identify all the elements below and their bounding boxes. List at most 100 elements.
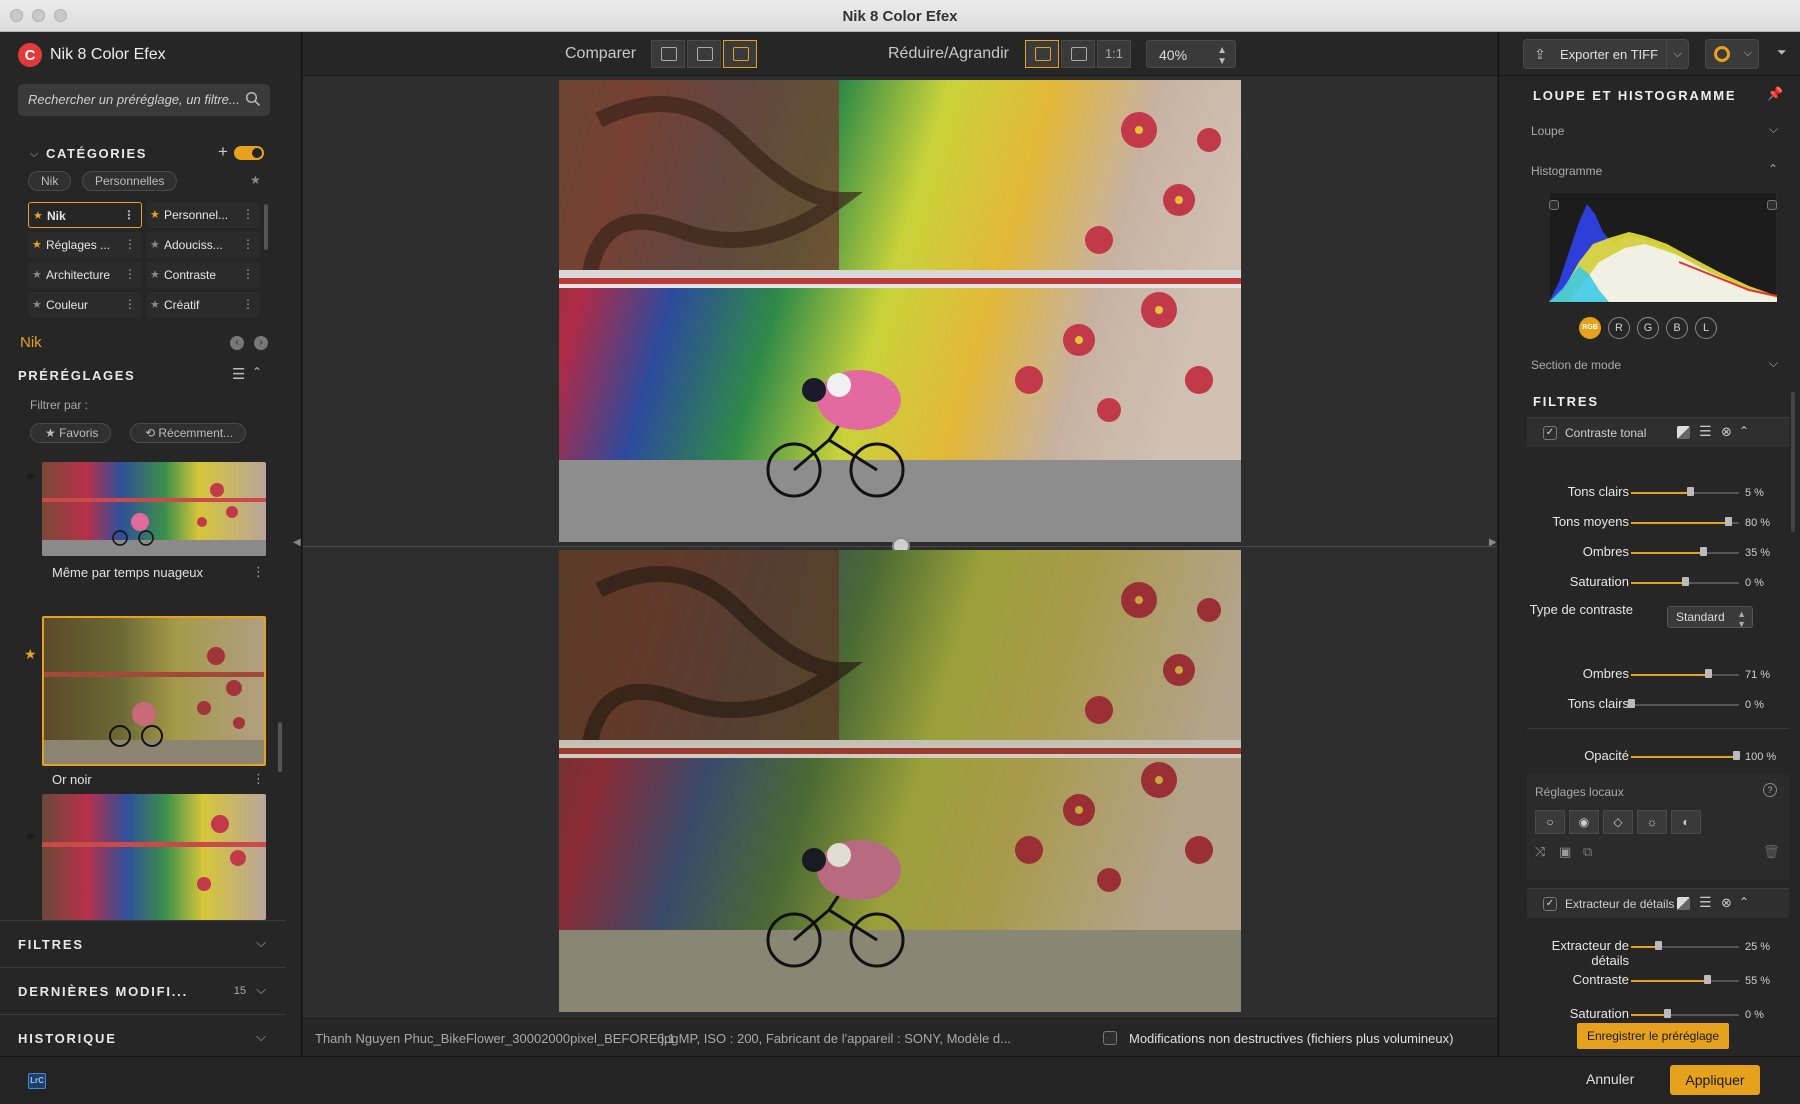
category-architecture[interactable]: ★ Architecture ⋮ [28,262,142,288]
fit-to-screen-button[interactable] [1025,40,1059,68]
list-view-icon[interactable]: ☰ [232,365,245,383]
favorite-star-icon[interactable]: ★ [250,173,261,187]
slider-track[interactable] [1631,487,1739,496]
categories-collapse-icon[interactable]: ⌵ [30,148,38,161]
more-icon[interactable]: ⋮ [124,297,136,311]
slider-knob[interactable] [1655,941,1662,950]
compare-split-vertical-button[interactable] [687,40,721,68]
duplicate-icon[interactable]: ⧉ [1583,844,1592,860]
add-category-icon[interactable]: + [218,142,228,162]
slider-knob[interactable] [1700,547,1708,556]
panel-menu-icon[interactable]: ⏷ [1777,45,1787,60]
channel-l-button[interactable]: L [1695,317,1717,339]
recent-changes-section[interactable]: DERNIÈRES MODIFI... 15 ⌵ [0,967,286,1013]
preset-thumbnail-1[interactable] [42,462,266,556]
slider-track[interactable] [1631,577,1739,586]
chevron-up-icon[interactable]: ⌃ [1739,424,1749,438]
color-range-button[interactable]: ◐ [1671,810,1701,834]
category-couleur[interactable]: ★ Couleur ⋮ [28,292,142,318]
save-preset-button[interactable]: Enregistrer le préréglage [1577,1023,1729,1049]
channel-g-button[interactable]: G [1637,317,1659,339]
filter-recent-pill[interactable]: ⟲ Récemment... [130,423,247,443]
more-icon[interactable]: ⋮ [242,207,254,221]
mask-view-icon[interactable]: ▣ [1559,844,1571,860]
slider-knob[interactable] [1682,577,1689,586]
more-icon[interactable]: ⋮ [123,208,135,222]
apply-button[interactable]: Appliquer [1670,1065,1760,1095]
search-input[interactable]: Rechercher un préréglage, un filtre... [18,84,270,116]
history-section[interactable]: HISTORIQUE ⌵ [0,1014,286,1060]
luminance-button[interactable]: ☼ [1637,810,1667,834]
slider-track[interactable] [1628,699,1739,708]
compare-split-horizontal-button[interactable] [723,40,757,68]
help-icon[interactable]: ? [1763,783,1777,797]
lightroom-icon[interactable]: LrC [28,1073,46,1089]
actual-size-button[interactable]: 1:1 [1097,40,1131,68]
preset-thumbnail-3[interactable] [42,794,266,920]
more-icon[interactable]: ⋮ [242,297,254,311]
loupe-label[interactable]: Loupe [1531,124,1564,138]
after-image[interactable] [559,80,1241,542]
preset-thumbnail-2[interactable] [42,616,266,766]
before-image[interactable] [559,550,1241,1012]
menu-icon[interactable]: ☰ [1699,894,1712,911]
sync-button[interactable]: ⌵ [1705,39,1759,69]
remove-filter-icon[interactable]: ⊗ [1721,424,1732,440]
contrast-type-select[interactable]: Standard ▲ ▼ [1667,606,1753,629]
shadow-clipping-checkbox[interactable] [1549,200,1559,210]
chevron-down-icon[interactable]: ⌵ [1769,356,1778,371]
filter-enable-checkbox[interactable]: ✓ [1543,426,1557,440]
mode-section-label[interactable]: Section de mode [1531,358,1621,372]
slider-knob[interactable] [1663,1009,1671,1018]
filter-enable-checkbox[interactable]: ✓ [1543,897,1557,911]
invert-icon[interactable]: ⤨ [1535,844,1545,860]
filters-scrollbar[interactable] [1791,392,1795,532]
preset-more-icon[interactable]: ⋮ [252,564,265,580]
more-icon[interactable]: ⋮ [124,237,136,251]
nondestructive-checkbox[interactable] [1103,1031,1117,1045]
categories-toggle[interactable] [234,146,264,160]
filters-section[interactable]: FILTRES ⌵ [0,920,286,966]
presets-scrollbar[interactable] [278,722,282,772]
chevron-up-icon[interactable]: ⌃ [252,365,262,379]
prev-category-icon[interactable]: ‹ [230,336,244,350]
lasso-button[interactable]: ◇ [1603,810,1633,834]
categories-scrollbar[interactable] [264,204,268,250]
category-pill-nik[interactable]: Nik [28,171,72,191]
slider-track[interactable] [1631,669,1739,678]
slider-knob[interactable] [1704,669,1712,678]
channel-b-button[interactable]: B [1666,317,1688,339]
more-icon[interactable]: ⋮ [242,267,254,281]
slider-knob[interactable] [1687,487,1695,496]
category-contraste[interactable]: ★ Contraste ⋮ [146,262,260,288]
opacity-knob[interactable] [1733,751,1740,760]
zoom-select[interactable]: 40% ▲ ▼ [1146,40,1236,68]
category-reglages[interactable]: ★ Réglages ... ⋮ [28,232,142,258]
category-creatif[interactable]: ★ Créatif ⋮ [146,292,260,318]
chevron-down-icon[interactable]: ⌵ [1769,122,1778,137]
chevron-up-icon[interactable]: ⌃ [1739,895,1749,909]
opacity-slider[interactable] [1631,751,1740,760]
category-adoucissement[interactable]: ★ Adouciss... ⋮ [146,232,260,258]
histogram-label[interactable]: Histogramme [1531,164,1602,178]
more-icon[interactable]: ⋮ [242,237,254,251]
fill-screen-button[interactable] [1061,40,1095,68]
slider-track[interactable] [1631,941,1739,950]
mask-icon[interactable] [1677,897,1690,910]
compare-overlay-button[interactable] [651,40,685,68]
pin-icon[interactable]: 📌 [1767,86,1783,102]
category-personnelles[interactable]: ★ Personnel... ⋮ [146,202,260,228]
mask-icon[interactable] [1677,426,1690,439]
preset-favorite-star-icon[interactable]: ★ [24,646,37,663]
channel-rgb-button[interactable]: RGB [1579,317,1601,339]
brush-button[interactable]: ◉ [1569,810,1599,834]
preset-favorite-star-icon[interactable]: ★ [24,468,37,485]
preset-more-icon[interactable]: ⋮ [252,771,265,787]
highlight-clipping-checkbox[interactable] [1767,200,1777,210]
slider-track[interactable] [1631,517,1739,526]
slider-knob[interactable] [1628,699,1635,708]
slider-knob[interactable] [1703,975,1711,984]
remove-filter-icon[interactable]: ⊗ [1721,895,1732,911]
more-icon[interactable]: ⋮ [124,267,136,281]
slider-track[interactable] [1631,1009,1739,1018]
